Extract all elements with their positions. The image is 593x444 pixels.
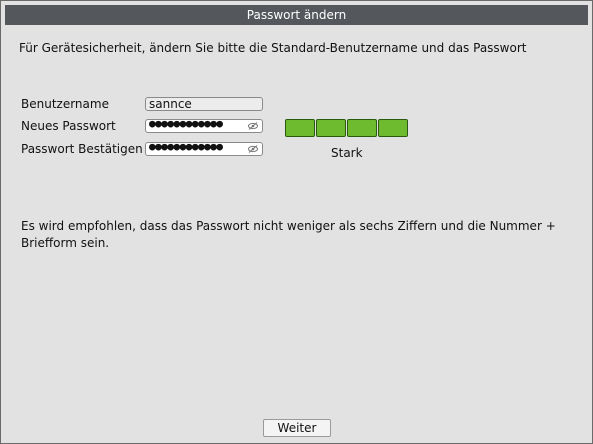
confirm-password-masked: ●●●●●●●●●●●● (149, 142, 223, 153)
dialog-title: Passwort ändern (5, 5, 588, 25)
strength-segment (285, 119, 315, 137)
eye-hidden-icon[interactable] (248, 145, 258, 153)
password-strength-meter (285, 119, 409, 137)
username-value: sannce (149, 97, 192, 111)
password-change-dialog: Passwort ändern Für Gerätesicherheit, än… (0, 0, 593, 444)
intro-text: Für Gerätesicherheit, ändern Sie bitte d… (19, 41, 527, 55)
new-password-label: Neues Passwort (21, 119, 116, 133)
eye-hidden-icon[interactable] (248, 122, 258, 130)
next-button[interactable]: Weiter (263, 419, 331, 437)
confirm-password-field[interactable]: ●●●●●●●●●●●● (145, 142, 263, 156)
new-password-field[interactable]: ●●●●●●●●●●●● (145, 119, 263, 133)
new-password-masked: ●●●●●●●●●●●● (149, 119, 223, 130)
password-recommendation-note: Es wird empfohlen, dass das Passwort nic… (21, 219, 556, 250)
strength-segment (378, 119, 408, 137)
strength-segment (347, 119, 377, 137)
username-label: Benutzername (21, 97, 109, 111)
confirm-password-label: Passwort Bestätigen (21, 142, 143, 156)
strength-label: Stark (331, 146, 363, 160)
username-field[interactable]: sannce (145, 97, 263, 111)
strength-segment (316, 119, 346, 137)
